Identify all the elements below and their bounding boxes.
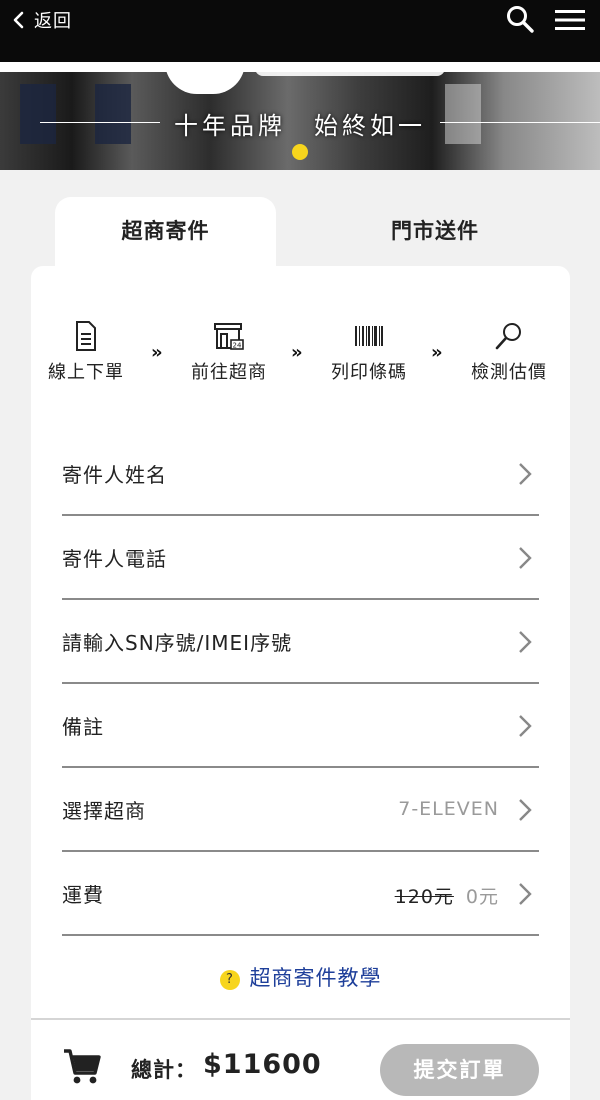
submit-order-button[interactable]: 提交訂單 [380, 1044, 539, 1096]
field-label: 備註 [62, 715, 104, 739]
step-label: 檢測估價 [471, 362, 547, 383]
barcode-icon [355, 326, 383, 346]
chevron-right-icon [519, 547, 532, 569]
step-arrow-icon: » [431, 342, 443, 363]
back-button[interactable]: 返回 [10, 6, 72, 34]
chevron-right-icon [519, 715, 532, 737]
step-go-to-store: 24 前往超商 [179, 320, 279, 384]
tutorial-link[interactable]: ? 超商寄件教學 [31, 962, 570, 992]
carousel-indicator-dot[interactable] [292, 144, 308, 160]
serial-imei-field[interactable]: 請輸入SN序號/IMEI序號 [62, 600, 539, 684]
convenience-store-icon: 24 [214, 323, 244, 350]
brand-logo-wordmark [255, 62, 445, 76]
step-arrow-icon: » [151, 342, 163, 363]
total-amount: $11600 [203, 1049, 322, 1080]
step-label: 線上下單 [48, 362, 124, 383]
remarks-field[interactable]: 備註 [62, 684, 539, 768]
magnifier-icon [495, 323, 521, 350]
field-label: 寄件人電話 [62, 547, 167, 571]
field-label: 選擇超商 [62, 799, 146, 823]
top-navigation-bar: 返回 [0, 0, 600, 62]
original-fee: 120元 [394, 886, 454, 908]
svg-text:24: 24 [233, 342, 242, 350]
select-store-field[interactable]: 選擇超商 7-ELEVEN [62, 768, 539, 852]
shopping-cart-icon [64, 1049, 101, 1084]
step-order-online: 線上下單 [36, 320, 136, 384]
search-icon[interactable] [505, 4, 535, 34]
discounted-fee: 0元 [465, 886, 499, 908]
chevron-right-icon [519, 883, 532, 905]
sender-name-field[interactable]: 寄件人姓名 [62, 432, 539, 516]
tab-in-store-delivery[interactable]: 門市送件 [300, 197, 570, 261]
banner-slogan: 十年品牌 始終如一 [174, 112, 426, 140]
field-label: 請輸入SN序號/IMEI序號 [62, 631, 293, 655]
back-label: 返回 [34, 11, 72, 32]
step-label: 前往超商 [191, 362, 267, 383]
chevron-right-icon [519, 631, 532, 653]
tutorial-label: 超商寄件教學 [249, 966, 382, 990]
shipping-fee-value: 120元 0元 [395, 882, 499, 909]
step-inspect-quote: 檢測估價 [459, 320, 559, 384]
step-label: 列印條碼 [331, 362, 407, 383]
field-label: 運費 [62, 883, 104, 907]
field-label: 寄件人姓名 [62, 463, 167, 487]
step-print-barcode: 列印條碼 [319, 320, 419, 384]
chevron-left-icon [13, 11, 24, 29]
promo-banner[interactable]: 十年品牌 始終如一 [0, 62, 600, 170]
step-arrow-icon: » [291, 342, 303, 363]
chevron-right-icon [519, 799, 532, 821]
shipping-fee-field[interactable]: 運費 120元 0元 [62, 852, 539, 936]
total-label: 總計： [131, 1058, 197, 1082]
document-icon [76, 321, 96, 351]
selected-store-value: 7-ELEVEN [398, 798, 499, 820]
hamburger-menu-icon[interactable] [555, 8, 585, 32]
tab-store-shipping[interactable]: 超商寄件 [55, 197, 276, 271]
chevron-right-icon [519, 463, 532, 485]
help-icon: ? [219, 970, 240, 990]
checkout-bar: 總計： $11600 提交訂單 [31, 1018, 570, 1100]
shipping-form-card: 線上下單 » 24 前往超商 » 列印條碼 » 檢測估價 寄件人姓名 寄件人電話… [31, 266, 570, 1100]
sender-phone-field[interactable]: 寄件人電話 [62, 516, 539, 600]
